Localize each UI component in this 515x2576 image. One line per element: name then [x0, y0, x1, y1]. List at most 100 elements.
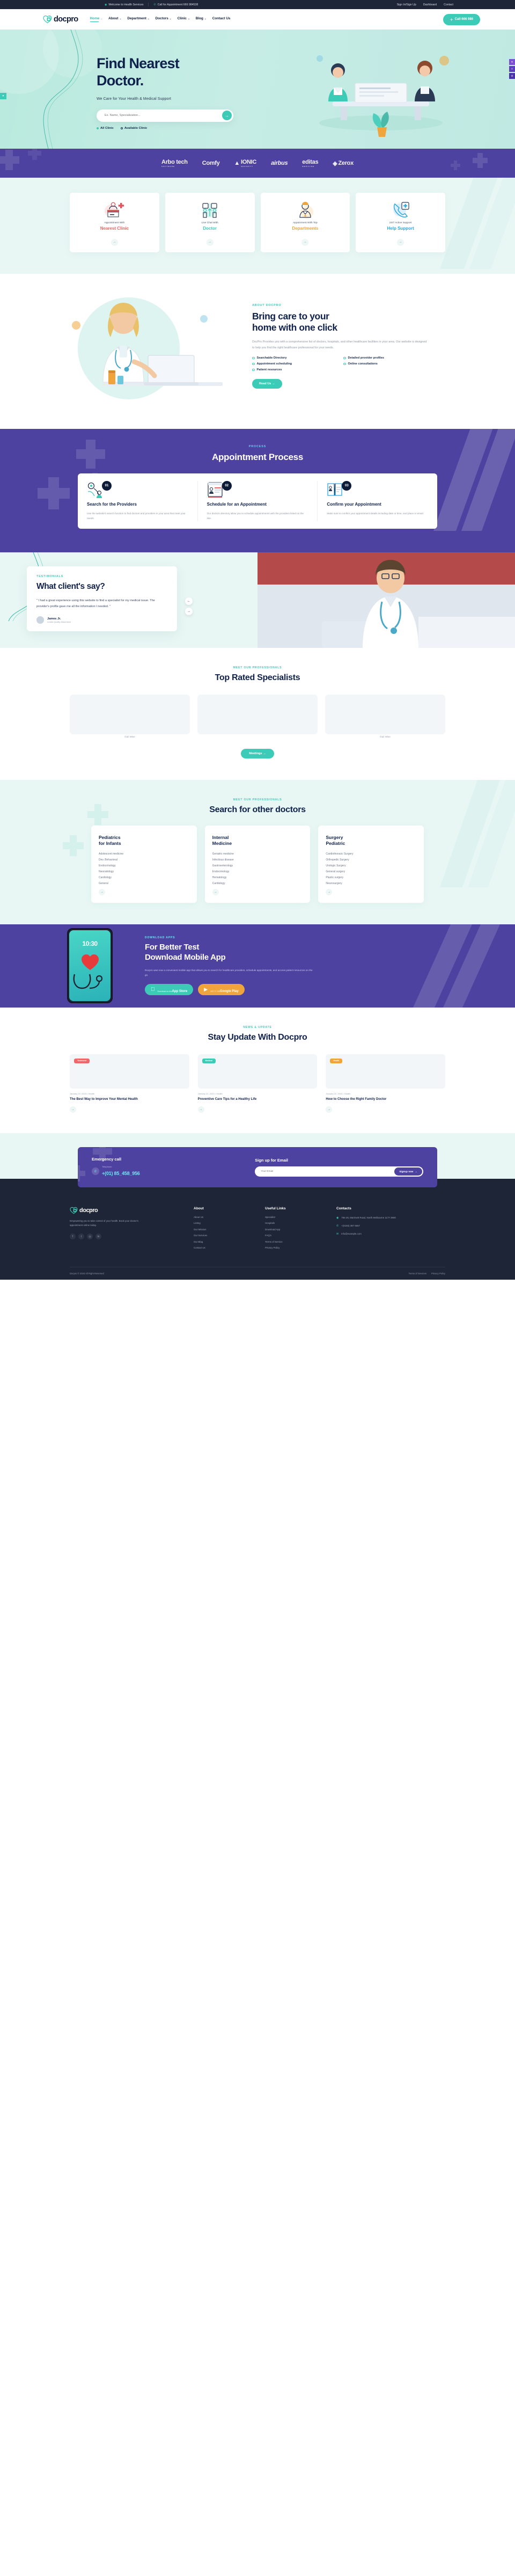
- service-card[interactable]: Appointment With Nearest Clinic →: [70, 193, 159, 252]
- dept-item[interactable]: General: [99, 882, 189, 885]
- nav-item-about[interactable]: About ⌄: [108, 17, 121, 22]
- brand-sub: SECURITY: [241, 165, 254, 167]
- logo-text: docpro: [54, 15, 78, 24]
- dept-item[interactable]: Cardiology: [99, 876, 189, 879]
- footer-link[interactable]: Download App: [265, 1228, 336, 1231]
- nav-item-blog[interactable]: Blog ⌄: [196, 17, 207, 22]
- service-arrow-icon[interactable]: →: [397, 238, 404, 246]
- footer-link[interactable]: About Us: [194, 1216, 265, 1218]
- dept-item[interactable]: Gastroenterology: [212, 864, 303, 867]
- brand-name: editas: [302, 159, 319, 165]
- search-input[interactable]: [105, 114, 222, 118]
- linkedin-icon[interactable]: in: [95, 1234, 101, 1240]
- site-logo[interactable]: docpro: [43, 15, 78, 24]
- radio-available-clinic[interactable]: Available Clinic: [120, 127, 147, 130]
- department-card[interactable]: Internal Medicine Geriatric medicine Infe…: [204, 825, 311, 903]
- nav-item-doctors[interactable]: Doctors ⌄: [156, 17, 172, 22]
- blog-tag: Medical: [202, 1058, 216, 1063]
- dept-arrow-icon[interactable]: →: [326, 888, 333, 895]
- dept-item[interactable]: Hematology: [212, 876, 303, 879]
- doctor-card[interactable]: Gail Wise: [70, 694, 190, 738]
- service-card[interactable]: Appoinment With Top Departments →: [260, 193, 350, 252]
- footer-logo[interactable]: docpro: [70, 1207, 194, 1214]
- blog-card[interactable]: Treatment January 22, 2023 • Health The …: [70, 1054, 189, 1113]
- topbar-link-dashboard[interactable]: Dashboard: [423, 3, 437, 6]
- about-read-button[interactable]: Read Us →: [252, 379, 282, 389]
- about-illustration: [43, 292, 241, 407]
- header-call-button[interactable]: ＋ Call 666 986: [443, 13, 480, 25]
- facebook-icon[interactable]: f: [70, 1234, 76, 1240]
- nav-item-home[interactable]: Home ⌄: [90, 17, 102, 22]
- chat-people-icon: [168, 200, 252, 218]
- dept-item[interactable]: Geriatric medicine: [212, 852, 303, 856]
- email-field[interactable]: [256, 1170, 395, 1173]
- instagram-icon[interactable]: ◎: [87, 1234, 93, 1240]
- dept-item[interactable]: Infectious disease: [212, 858, 303, 862]
- blog-card[interactable]: Health January 22, 2023 • Health How to …: [326, 1054, 446, 1113]
- footer-link[interactable]: Our Mission: [194, 1228, 265, 1231]
- nav-item-contact-us[interactable]: Contact Us: [212, 17, 231, 22]
- footer-link[interactable]: Contact Us: [194, 1246, 265, 1249]
- about-section: ABOUT DOCPRO Bring care to your home wit…: [0, 273, 515, 429]
- footer-link[interactable]: Our Blog: [194, 1240, 265, 1243]
- service-card[interactable]: 24/7 Active Support Help Support →: [356, 193, 445, 252]
- contact-item[interactable]: ✆ +(0193) 387 5667: [336, 1224, 445, 1228]
- footer-bottom-link-terms[interactable]: Terms of Services: [409, 1272, 426, 1275]
- side-tab-2[interactable]: ✧: [509, 66, 515, 72]
- nav-item-department[interactable]: Department ⌄: [127, 17, 149, 22]
- blog-arrow-icon[interactable]: →: [326, 1106, 333, 1113]
- service-arrow-icon[interactable]: →: [111, 238, 118, 246]
- app-store-button[interactable]:  Download on theApp Store: [145, 984, 194, 996]
- twitter-icon[interactable]: t: [78, 1234, 84, 1240]
- blog-arrow-icon[interactable]: →: [197, 1106, 204, 1113]
- side-tab-3[interactable]: ✢: [509, 73, 515, 79]
- footer-link[interactable]: Our Services: [194, 1234, 265, 1237]
- dept-arrow-icon[interactable]: →: [212, 888, 219, 895]
- dept-item[interactable]: Cardiology: [212, 882, 303, 885]
- footer-link[interactable]: Terms of Service: [265, 1240, 336, 1243]
- contact-item[interactable]: ✉ info@example.com: [336, 1232, 445, 1236]
- chevron-down-icon: ⌄: [187, 17, 190, 20]
- nav-item-clinic[interactable]: Clinic ⌄: [178, 17, 190, 22]
- topbar-link-signin[interactable]: Sign In/Sign Up: [397, 3, 416, 6]
- footer-link[interactable]: Hospitals: [265, 1222, 336, 1224]
- service-arrow-icon[interactable]: →: [301, 238, 309, 246]
- footer-link[interactable]: Specialist: [265, 1216, 336, 1218]
- dept-item[interactable]: General surgery: [326, 870, 416, 873]
- service-name: Help Support: [387, 226, 414, 231]
- dept-item[interactable]: Urologic Surgery: [326, 864, 416, 867]
- doctor-card[interactable]: Gail Wise: [325, 694, 445, 738]
- call-appointment[interactable]: ✆ Call for Appointment 666 984538: [153, 3, 198, 6]
- signup-now-button[interactable]: Signup now →: [394, 1167, 422, 1176]
- doctor-card[interactable]: [197, 694, 318, 738]
- radio-all-clinic[interactable]: All Clinic: [97, 127, 114, 130]
- footer-link[interactable]: FAQ's: [265, 1234, 336, 1237]
- service-arrow-icon[interactable]: →: [206, 238, 214, 246]
- dept-item[interactable]: Plastic surgery: [326, 876, 416, 879]
- dept-item[interactable]: Orthopedic Surgery: [326, 858, 416, 862]
- service-card[interactable]: Live Chat With Doctor →: [165, 193, 255, 252]
- dept-item[interactable]: Neurosurgery: [326, 882, 416, 885]
- search-submit-button[interactable]: →: [222, 111, 232, 121]
- topbar-link-contact[interactable]: Contact: [444, 3, 453, 6]
- footer-bottom-link-privacy[interactable]: Privacy Policy: [431, 1272, 445, 1275]
- dept-item[interactable]: Neonatology: [99, 870, 189, 873]
- meetings-button[interactable]: Meetings →: [241, 748, 274, 758]
- testimonial-next-button[interactable]: →: [185, 607, 193, 615]
- side-tab-1[interactable]: ✦: [509, 59, 515, 65]
- chevron-down-icon: ⌄: [169, 17, 172, 20]
- rated-eyebrow: MEET OUR PROFESSIONALS: [233, 666, 282, 669]
- blog-card[interactable]: Medical January 22, 2023 • Health Preven…: [197, 1054, 318, 1113]
- department-card[interactable]: Surgery Pediatric Cardiothoracic Surgery …: [318, 825, 424, 903]
- hero-left-tab[interactable]: ♥: [0, 93, 6, 99]
- dept-item[interactable]: Endocrinology: [212, 870, 303, 873]
- dept-arrow-icon[interactable]: →: [99, 888, 105, 895]
- footer-link[interactable]: Listing: [194, 1222, 265, 1224]
- radio-label: All Clinic: [100, 126, 114, 130]
- google-play-button[interactable]: ▶ GET IT ONGoogle Play: [198, 984, 245, 996]
- dept-item[interactable]: Cardiothoracic Surgery: [326, 852, 416, 856]
- blog-arrow-icon[interactable]: →: [70, 1106, 76, 1113]
- stethoscope-icon: [73, 974, 103, 989]
- footer-link[interactable]: Privacy Policy: [265, 1246, 336, 1249]
- testimonial-prev-button[interactable]: ←: [185, 597, 193, 605]
